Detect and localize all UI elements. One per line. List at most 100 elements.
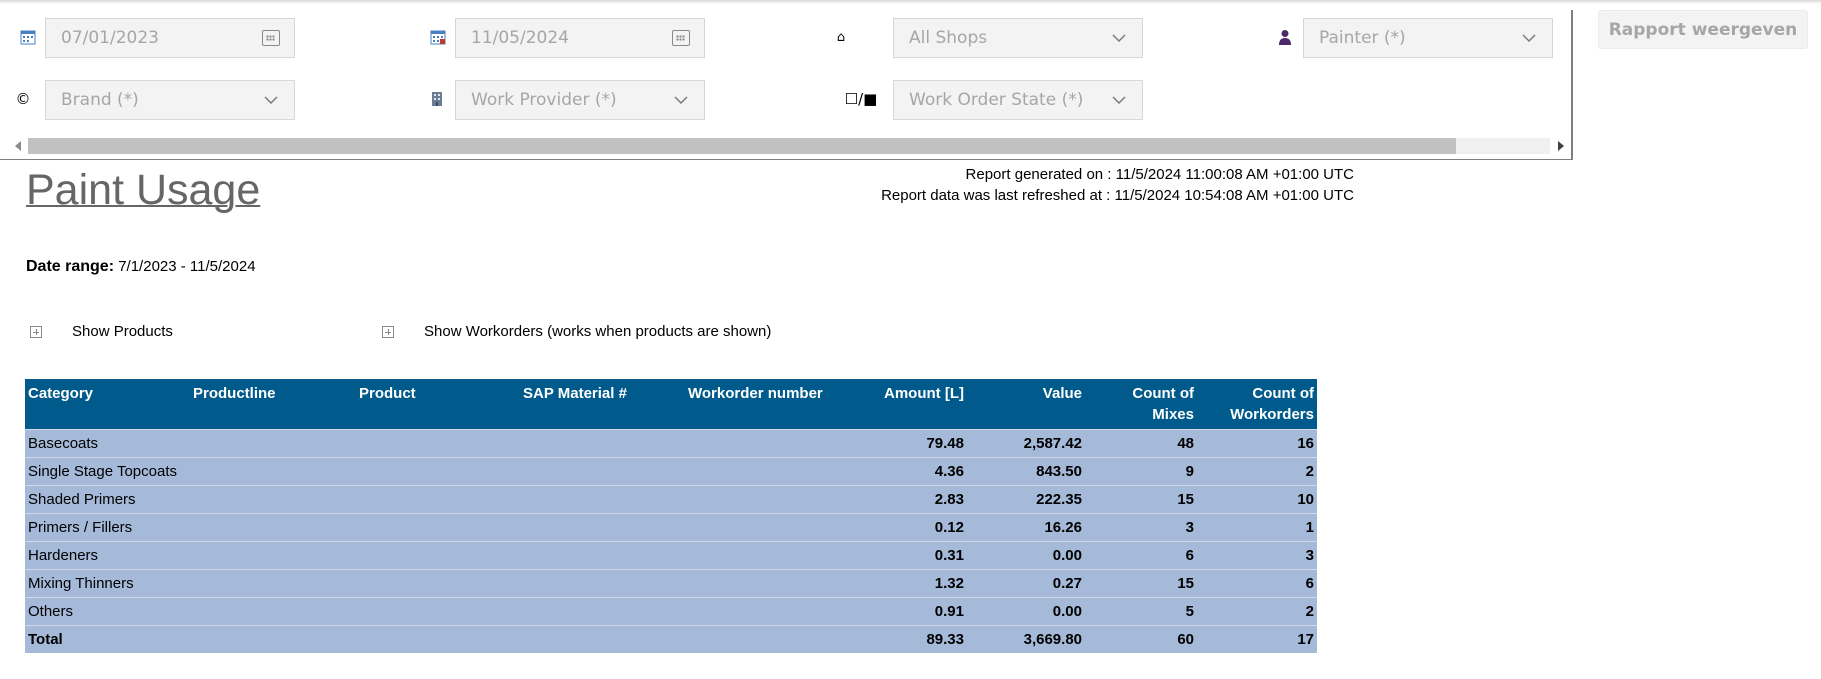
value-cell: 0.00: [967, 596, 1085, 625]
total-workorders-cell: 17: [1197, 624, 1317, 653]
column-header-amount[interactable]: Amount [L]: [851, 379, 967, 429]
calendar-picker-icon[interactable]: [262, 30, 280, 46]
mixes-cell: 3: [1085, 512, 1197, 541]
amount-cell: 0.12: [851, 512, 967, 541]
building-icon: [426, 88, 448, 110]
mixes-cell: 5: [1085, 596, 1197, 625]
last-refreshed-text: Report data was last refreshed at : 11/5…: [881, 187, 1354, 204]
date-range-value: 7/1/2023 - 11/5/2024: [118, 258, 256, 275]
category-cell: Single Stage Topcoats: [25, 456, 190, 485]
painter-dropdown[interactable]: Painter (*): [1303, 18, 1553, 58]
show-products-label: Show Products: [72, 323, 173, 340]
value-cell: 2,587.42: [967, 428, 1085, 457]
table-row: Mixing Thinners 1.32 0.27 15 6: [25, 568, 1317, 597]
total-mixes-cell: 60: [1085, 624, 1197, 653]
calendar-icon: [17, 26, 39, 48]
mixes-cell: 15: [1085, 568, 1197, 597]
amount-cell: 0.91: [851, 596, 967, 625]
shops-value: All Shops: [909, 28, 988, 48]
show-workorders-label: Show Workorders (works when products are…: [424, 323, 772, 340]
expand-plus-icon[interactable]: [382, 325, 394, 338]
scrollbar-thumb[interactable]: [28, 138, 1456, 154]
report-generation-info: Report generated on : 11/5/2024 11:00:08…: [881, 164, 1354, 206]
column-header-productline[interactable]: Productline: [190, 379, 356, 429]
mixes-cell: 6: [1085, 540, 1197, 569]
work-order-state-icon: ☐/■: [844, 90, 878, 108]
calendar-icon: [427, 26, 449, 48]
brand-icon: ©: [15, 90, 31, 108]
paint-usage-table: Category Productline Product SAP Materia…: [25, 379, 1317, 653]
workorders-cell: 1: [1197, 512, 1317, 541]
date-range-label: Date range:: [26, 258, 115, 275]
painter-icon: [1274, 26, 1296, 48]
table-row: Basecoats 79.48 2,587.42 48 16: [25, 428, 1317, 457]
scroll-right-arrow-icon[interactable]: [1558, 141, 1564, 151]
show-products-toggle[interactable]: Show Products: [30, 323, 173, 340]
view-report-button[interactable]: Rapport weergeven: [1598, 10, 1808, 49]
end-date-field[interactable]: 11/05/2024: [455, 18, 705, 58]
total-value-cell: 3,669.80: [967, 624, 1085, 653]
category-cell: Mixing Thinners: [25, 568, 190, 597]
work-provider-dropdown[interactable]: Work Provider (*): [455, 80, 705, 120]
column-header-product[interactable]: Product: [356, 379, 520, 429]
painter-value: Painter (*): [1319, 28, 1406, 48]
generated-on-text: Report generated on : 11/5/2024 11:00:08…: [965, 166, 1354, 183]
table-row: Others 0.91 0.00 5 2: [25, 596, 1317, 625]
chevron-down-icon: [1522, 34, 1536, 43]
start-date-field[interactable]: 07/01/2023: [45, 18, 295, 58]
panel-divider: [1571, 10, 1573, 160]
column-header-workorder-number[interactable]: Workorder number: [685, 379, 851, 429]
total-label-cell: Total: [25, 624, 190, 653]
work-order-state-dropdown[interactable]: Work Order State (*): [893, 80, 1143, 120]
chevron-down-icon: [264, 96, 278, 105]
workorders-cell: 10: [1197, 484, 1317, 513]
work-provider-value: Work Provider (*): [471, 90, 617, 110]
column-header-sap-material[interactable]: SAP Material #: [520, 379, 685, 429]
chevron-down-icon: [1112, 34, 1126, 43]
value-cell: 0.27: [967, 568, 1085, 597]
mixes-cell: 48: [1085, 428, 1197, 457]
value-cell: 843.50: [967, 456, 1085, 485]
column-header-count-of-workorders[interactable]: Count of Workorders: [1197, 379, 1317, 429]
scroll-left-arrow-icon[interactable]: [15, 141, 21, 151]
chevron-down-icon: [1112, 96, 1126, 105]
category-cell: Hardeners: [25, 540, 190, 569]
table-header-row: Category Productline Product SAP Materia…: [25, 379, 1317, 429]
value-cell: 222.35: [967, 484, 1085, 513]
workorders-cell: 2: [1197, 596, 1317, 625]
workorders-cell: 16: [1197, 428, 1317, 457]
category-cell: Others: [25, 596, 190, 625]
category-cell: Basecoats: [25, 428, 190, 457]
total-amount-cell: 89.33: [851, 624, 967, 653]
workorders-cell: 3: [1197, 540, 1317, 569]
category-cell: Primers / Fillers: [25, 512, 190, 541]
brand-dropdown[interactable]: Brand (*): [45, 80, 295, 120]
end-date-value: 11/05/2024: [471, 28, 569, 48]
table-total-row: Total 89.33 3,669.80 60 17: [25, 624, 1317, 653]
work-order-state-value: Work Order State (*): [909, 90, 1084, 110]
show-workorders-toggle[interactable]: Show Workorders (works when products are…: [382, 323, 771, 340]
value-cell: 0.00: [967, 540, 1085, 569]
shops-dropdown[interactable]: All Shops: [893, 18, 1143, 58]
parameter-panel: 07/01/2023 11/05/2024 ⌂ All Shops Painte…: [0, 0, 1572, 160]
column-header-value[interactable]: Value: [967, 379, 1085, 429]
table-row: Primers / Fillers 0.12 16.26 3 1: [25, 512, 1317, 541]
workorders-cell: 2: [1197, 456, 1317, 485]
workorders-cell: 6: [1197, 568, 1317, 597]
horizontal-scrollbar[interactable]: [10, 136, 1570, 156]
expand-plus-icon[interactable]: [30, 325, 42, 338]
table-row: Hardeners 0.31 0.00 6 3: [25, 540, 1317, 569]
report-title: Paint Usage: [26, 166, 261, 214]
table-row: Single Stage Topcoats 4.36 843.50 9 2: [25, 456, 1317, 485]
chevron-down-icon: [674, 96, 688, 105]
start-date-value: 07/01/2023: [61, 28, 159, 48]
category-cell: Shaded Primers: [25, 484, 190, 513]
column-header-count-of-mixes[interactable]: Count of Mixes: [1085, 379, 1197, 429]
calendar-picker-icon[interactable]: [672, 30, 690, 46]
amount-cell: 1.32: [851, 568, 967, 597]
value-cell: 16.26: [967, 512, 1085, 541]
amount-cell: 4.36: [851, 456, 967, 485]
date-range: Date range: 7/1/2023 - 11/5/2024: [26, 258, 256, 276]
column-header-category[interactable]: Category: [25, 379, 190, 429]
shop-icon: ⌂: [836, 29, 846, 45]
